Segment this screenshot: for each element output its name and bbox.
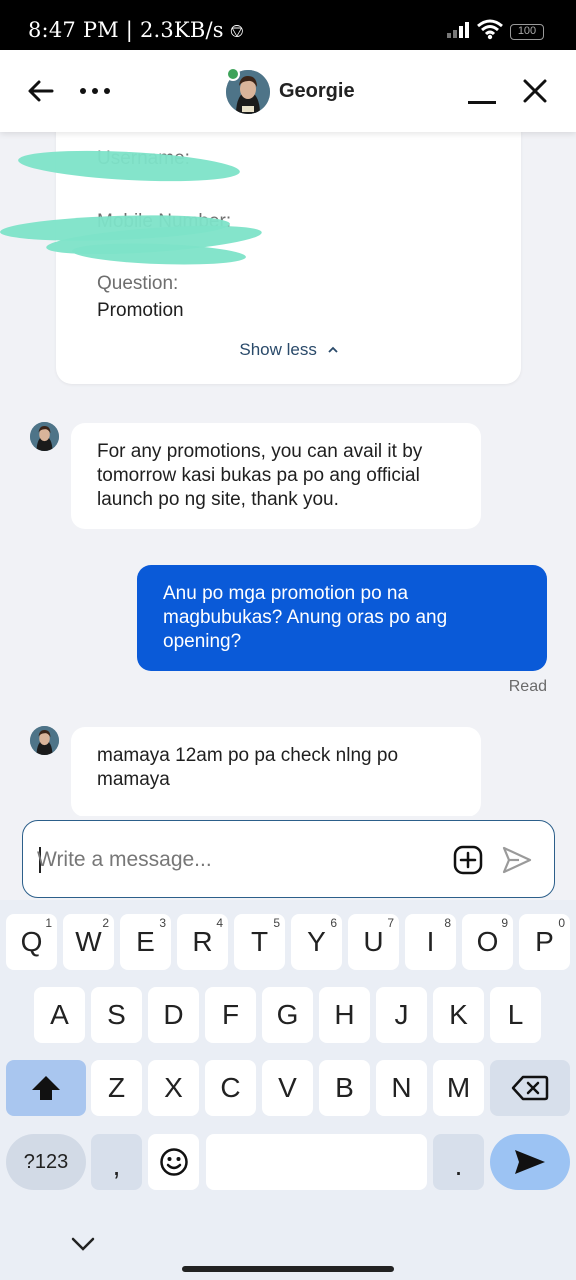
key-q[interactable]: Q1 [6,914,57,970]
keyboard: Q1 W2 E3 R4 T5 Y6 U7 I8 O9 P0 A S D F G … [0,900,576,1280]
add-attachment-icon[interactable] [453,845,483,875]
wifi-icon [477,19,503,40]
key-z[interactable]: Z [91,1060,142,1116]
key-g[interactable]: G [262,987,313,1043]
emoji-icon [159,1148,188,1176]
question-value: Promotion [97,300,184,321]
show-less-label: Show less [239,340,317,359]
signal-icon [447,22,469,38]
send-icon [515,1150,545,1174]
home-indicator[interactable] [182,1266,394,1272]
key-o[interactable]: O9 [462,914,513,970]
key-p[interactable]: P0 [519,914,570,970]
question-label: Question: [97,273,179,294]
contact-name: Georgie [279,80,355,102]
read-receipt: Read [508,678,547,695]
key-m[interactable]: M [433,1060,484,1116]
key-r[interactable]: R4 [177,914,228,970]
space-key[interactable] [206,1134,427,1190]
comma-key[interactable]: , [91,1134,142,1190]
key-d[interactable]: D [148,987,199,1043]
key-x[interactable]: X [148,1060,199,1116]
agent-avatar [30,726,59,755]
key-f[interactable]: F [205,987,256,1043]
key-k[interactable]: K [433,987,484,1043]
key-l[interactable]: L [490,987,541,1043]
key-i[interactable]: I8 [405,914,456,970]
period-key[interactable]: . [433,1134,484,1190]
close-icon[interactable] [520,76,550,106]
status-time: 8:47 PM | 2.3KB/s ⎊ [28,18,245,42]
shift-key[interactable] [6,1060,86,1116]
key-n[interactable]: N [376,1060,427,1116]
message-composer[interactable] [22,820,555,898]
message-input[interactable] [37,841,437,879]
chevron-down-icon[interactable] [70,1234,96,1254]
chat-area[interactable]: Username: Mobile Number: Question: Promo… [0,132,576,816]
online-status-dot [226,67,240,81]
key-t[interactable]: T5 [234,914,285,970]
key-b[interactable]: B [319,1060,370,1116]
chat-header: Georgie [0,50,576,132]
key-v[interactable]: V [262,1060,313,1116]
send-message-icon[interactable] [501,845,533,875]
message-bubble-incoming: For any promotions, you can avail it by … [71,423,481,529]
key-a[interactable]: A [34,987,85,1043]
message-bubble-incoming: mamaya 12am po pa check nlng po mamaya [71,727,481,816]
mute-alarm-icon: ⎊ [223,21,245,42]
key-e[interactable]: E3 [120,914,171,970]
key-w[interactable]: W2 [63,914,114,970]
agent-avatar [30,422,59,451]
key-s[interactable]: S [91,987,142,1043]
key-u[interactable]: U7 [348,914,399,970]
key-j[interactable]: J [376,987,427,1043]
chevron-up-icon [327,346,338,353]
key-h[interactable]: H [319,987,370,1043]
status-bar: 8:47 PM | 2.3KB/s ⎊ 100 [0,0,576,50]
backspace-key[interactable] [490,1060,570,1116]
key-c[interactable]: C [205,1060,256,1116]
back-arrow-icon[interactable] [26,76,56,106]
key-y[interactable]: Y6 [291,914,342,970]
battery-icon: 100 [510,24,544,40]
keyboard-send-key[interactable] [490,1134,570,1190]
show-less-toggle[interactable]: Show less [56,340,521,360]
message-bubble-outgoing: Anu po mga promotion po na magbubukas? A… [137,565,547,671]
more-options-icon[interactable] [78,78,114,104]
emoji-key[interactable] [148,1134,199,1190]
minimize-icon[interactable] [466,86,498,106]
symbols-key[interactable]: ?123 [6,1134,86,1190]
shift-icon [32,1076,60,1100]
backspace-icon [511,1075,549,1101]
